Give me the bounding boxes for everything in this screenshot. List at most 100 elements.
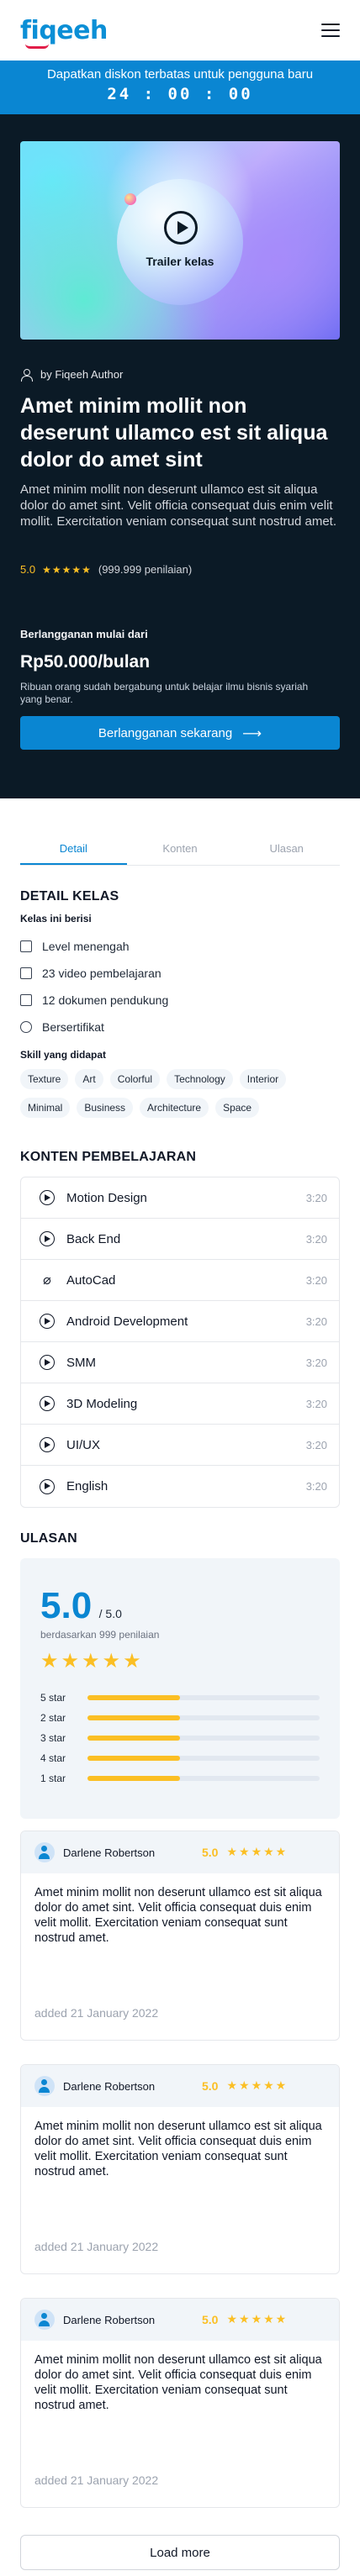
bar-label: 1 star bbox=[40, 1773, 66, 1784]
rating-summary: 5.0 / 5.0 berdasarkan 999 penilaian ★★★★… bbox=[20, 1558, 340, 1819]
review-score: 5.0 bbox=[202, 1846, 219, 1859]
lesson-duration: 3:20 bbox=[305, 1356, 327, 1369]
skill-chip[interactable]: Texture bbox=[20, 1069, 69, 1089]
trailer-video[interactable]: Trailer kelas bbox=[20, 141, 340, 340]
play-icon[interactable] bbox=[164, 211, 198, 245]
bar-fill bbox=[87, 1776, 181, 1781]
rating-bar-row: 5 star bbox=[40, 1688, 320, 1708]
lesson-duration: 3:20 bbox=[305, 1232, 327, 1246]
skills-title: Skill yang didapat bbox=[20, 1049, 107, 1061]
lesson-duration: 3:20 bbox=[305, 1314, 327, 1328]
skill-chip[interactable]: Minimal bbox=[20, 1098, 71, 1118]
lesson-item[interactable]: Android Development 3:20 bbox=[21, 1301, 339, 1342]
feature-list: Level menengah 23 video pembelajaran 12 … bbox=[20, 933, 340, 1040]
rating-bar-row: 2 star bbox=[40, 1708, 320, 1728]
hamburger-menu-icon[interactable] bbox=[321, 24, 340, 37]
review-header: Darlene Robertson 5.0 ★★★★★ bbox=[21, 1831, 339, 1873]
review-date: added 21 January 2022 bbox=[34, 2006, 159, 2020]
overall-score: 5.0 bbox=[40, 1585, 93, 1626]
feature-label: 12 dokumen pendukung bbox=[42, 993, 169, 1007]
document-icon bbox=[20, 994, 32, 1006]
tab-konten[interactable]: Konten bbox=[127, 832, 234, 865]
bar-label: 5 star bbox=[40, 1692, 66, 1704]
feature-item: Level menengah bbox=[20, 933, 340, 960]
course-description: Amet minim mollit non deserunt ullamco e… bbox=[20, 482, 337, 529]
skill-chip[interactable]: Art bbox=[75, 1069, 103, 1089]
bar-label: 2 star bbox=[40, 1712, 66, 1724]
subscribe-note: Ribuan orang sudah bergabung untuk belaj… bbox=[20, 681, 309, 705]
star-icons: ★★★★★ bbox=[226, 2079, 289, 2093]
review-header: Darlene Robertson 5.0 ★★★★★ bbox=[21, 2065, 339, 2107]
reviewer-name: Darlene Robertson bbox=[63, 2313, 156, 2326]
lesson-duration: 3:20 bbox=[305, 1191, 327, 1204]
review-text: Amet minim mollit non deserunt ullamco e… bbox=[34, 2120, 322, 2178]
play-icon bbox=[40, 1478, 55, 1494]
review-text: Amet minim mollit non deserunt ullamco e… bbox=[34, 1886, 322, 1945]
tab-detail[interactable]: Detail bbox=[20, 832, 127, 865]
feature-item: Bersertifikat bbox=[20, 1014, 340, 1040]
lesson-list: Motion Design 3:20 Back End 3:20 ⌀ AutoC… bbox=[20, 1177, 340, 1508]
subscribe-label: Berlangganan mulai dari bbox=[20, 628, 148, 640]
avatar bbox=[34, 1842, 55, 1862]
review-score: 5.0 bbox=[202, 2079, 219, 2093]
logo-accent bbox=[25, 44, 49, 49]
book-icon bbox=[20, 940, 32, 952]
rating-bar-row: 4 star bbox=[40, 1748, 320, 1768]
bar-track bbox=[87, 1695, 320, 1700]
avatar bbox=[34, 2076, 55, 2096]
lesson-item[interactable]: Motion Design 3:20 bbox=[21, 1177, 339, 1219]
lesson-item[interactable]: 3D Modeling 3:20 bbox=[21, 1383, 339, 1425]
content-section: KONTEN PEMBELAJARAN Motion Design 3:20 B… bbox=[0, 1150, 360, 1508]
tab-ulasan[interactable]: Ulasan bbox=[233, 832, 340, 865]
feature-label: Bersertifikat bbox=[42, 1020, 104, 1034]
lesson-item[interactable]: ⌀ AutoCad 3:20 bbox=[21, 1260, 339, 1301]
lesson-item[interactable]: Back End 3:20 bbox=[21, 1219, 339, 1260]
bar-fill bbox=[87, 1756, 181, 1761]
avatar bbox=[34, 2310, 55, 2330]
bar-track bbox=[87, 1736, 320, 1741]
promo-text: Dapatkan diskon terbatas untuk pengguna … bbox=[46, 67, 314, 82]
star-icons: ★★★★★ bbox=[40, 1649, 144, 1673]
lesson-duration: 3:20 bbox=[305, 1273, 327, 1287]
lesson-item[interactable]: English 3:20 bbox=[21, 1466, 339, 1507]
lesson-title: Android Development bbox=[66, 1314, 188, 1329]
review-card: Darlene Robertson 5.0 ★★★★★ Amet minim m… bbox=[20, 2298, 340, 2508]
review-date: added 21 January 2022 bbox=[34, 2240, 159, 2253]
lesson-item[interactable]: SMM 3:20 bbox=[21, 1342, 339, 1383]
logo[interactable]: fiqeeh bbox=[20, 16, 108, 49]
load-more-button[interactable]: Load more bbox=[20, 2535, 340, 2570]
lesson-title: SMM bbox=[66, 1355, 96, 1370]
review-date: added 21 January 2022 bbox=[34, 2473, 159, 2487]
review-text: Amet minim mollit non deserunt ullamco e… bbox=[34, 2353, 322, 2412]
lesson-title: English bbox=[66, 1479, 109, 1493]
skill-chip[interactable]: Business bbox=[77, 1098, 134, 1118]
lesson-duration: 3:20 bbox=[305, 1438, 327, 1451]
promo-timer: 24 : 00 : 00 bbox=[107, 85, 253, 103]
skill-chip[interactable]: Colorful bbox=[109, 1069, 161, 1089]
includes-title: Kelas ini berisi bbox=[20, 913, 92, 925]
subscribe-button[interactable]: Berlangganan sekarang ⟶ bbox=[20, 716, 340, 750]
lesson-title: Motion Design bbox=[66, 1190, 147, 1205]
bar-fill bbox=[87, 1715, 181, 1720]
skill-chip[interactable]: Technology bbox=[167, 1069, 233, 1089]
detail-title: DETAIL KELAS bbox=[20, 889, 119, 903]
rating-row: 5.0 ★★★★★ (999.999 penilaian) bbox=[20, 563, 340, 576]
bar-fill bbox=[87, 1695, 181, 1700]
lesson-item[interactable]: UI/UX 3:20 bbox=[21, 1425, 339, 1466]
bar-track bbox=[87, 1756, 320, 1761]
top-nav: fiqeeh bbox=[0, 0, 360, 61]
rating-distribution: 5 star 2 star 3 star 4 star 1 star bbox=[40, 1688, 320, 1788]
skill-chip[interactable]: Space bbox=[215, 1098, 260, 1118]
paperclip-icon: ⌀ bbox=[43, 1272, 51, 1288]
content-title: KONTEN PEMBELAJARAN bbox=[20, 1150, 197, 1164]
tab-bar: Detail Konten Ulasan bbox=[20, 832, 340, 866]
rating-bar-row: 1 star bbox=[40, 1768, 320, 1788]
skill-chip[interactable]: Architecture bbox=[140, 1098, 209, 1118]
rating-count: (999.999 penilaian) bbox=[98, 563, 193, 576]
star-icons: ★★★★★ bbox=[226, 1846, 289, 1859]
bar-track bbox=[87, 1715, 320, 1720]
certificate-icon bbox=[20, 1021, 32, 1033]
trailer-label: Trailer kelas bbox=[146, 255, 214, 268]
price: Rp50.000/bulan bbox=[20, 652, 151, 672]
skill-chip[interactable]: Interior bbox=[239, 1069, 287, 1089]
